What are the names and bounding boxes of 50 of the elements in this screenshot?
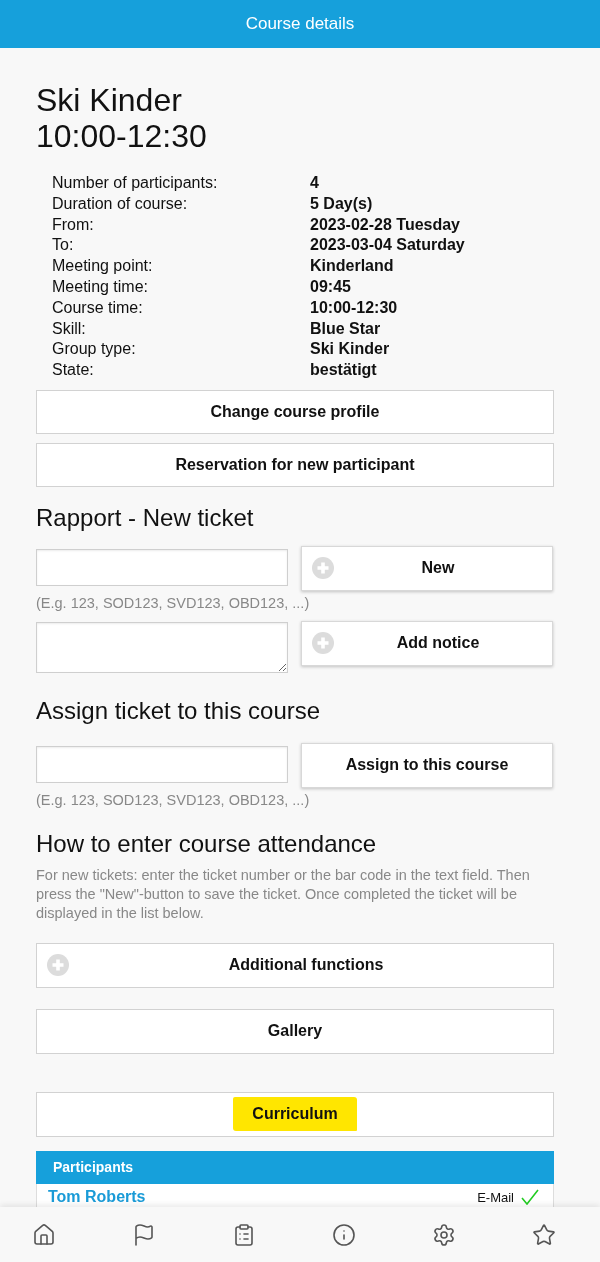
detail-label: Number of participants: <box>52 173 219 193</box>
detail-label: Meeting point: <box>52 256 154 277</box>
detail-label: Course time: <box>52 297 144 318</box>
contact-label: E-Mail <box>477 1189 514 1205</box>
detail-value: 2023-03-04 Saturday <box>310 235 466 256</box>
detail-value: Ski Kinder <box>310 339 391 360</box>
action-button[interactable]: Reservation for new participant <box>36 442 554 487</box>
detail-value: 2023-02-28 Tuesday <box>310 214 461 235</box>
add-button[interactable]: Additional functions <box>36 942 554 988</box>
section-heading: How to enter course attendance <box>36 829 378 858</box>
detail-value: Kinderland <box>310 256 395 277</box>
detail-value: Blue Star <box>310 318 382 339</box>
page-title: Course details <box>245 14 355 34</box>
action-button[interactable]: Change course profile <box>36 389 554 434</box>
course-title: Ski Kinder <box>36 82 182 118</box>
detail-value: 09:45 <box>310 277 352 297</box>
detail-value: 4 <box>310 173 320 193</box>
plus-icon <box>312 632 334 655</box>
instructions-text: For new tickets: enter the ticket number or the bar code in the text field. Then press the "New"-button to save the ticket. Once completed the ticket will be displayed in the list below. <box>36 865 531 923</box>
add-button[interactable]: New <box>301 545 553 591</box>
section-heading: Assign ticket to this course <box>36 696 322 725</box>
add-button[interactable]: Add notice <box>301 620 553 666</box>
settings-icon[interactable] <box>432 1222 456 1247</box>
detail-value: 10:00-12:30 <box>310 297 399 318</box>
detail-label: State: <box>52 360 95 381</box>
star-icon[interactable] <box>532 1222 556 1247</box>
course-time: 10:00-12:30 <box>36 118 207 154</box>
flag-icon[interactable] <box>132 1222 156 1247</box>
detail-value: bestätigt <box>310 360 378 381</box>
section-heading: Rapport - New ticket <box>36 503 255 532</box>
detail-label: From: <box>52 214 95 235</box>
action-button[interactable]: Gallery <box>36 1008 554 1054</box>
plus-icon <box>312 557 334 580</box>
detail-label: To: <box>52 235 75 256</box>
field-hint: (E.g. 123, SOD123, SVD123, OBD123, ...) <box>36 593 310 612</box>
plus-icon <box>47 954 69 977</box>
action-button[interactable]: Assign to this course <box>301 742 553 788</box>
action-button[interactable]: Curriculum <box>36 1091 554 1137</box>
detail-label: Skill: <box>52 318 87 339</box>
detail-label: Group type: <box>52 339 137 360</box>
input-field[interactable] <box>36 548 288 586</box>
participants-header: Participants <box>36 1150 554 1184</box>
field-hint: (E.g. 123, SOD123, SVD123, OBD123, ...) <box>36 790 310 809</box>
input-field[interactable] <box>36 745 288 783</box>
detail-label: Meeting time: <box>52 277 150 297</box>
clipboard-icon[interactable] <box>232 1222 256 1247</box>
info-icon[interactable] <box>332 1222 356 1247</box>
home-icon[interactable] <box>32 1222 56 1247</box>
detail-value: 5 Day(s) <box>310 193 374 214</box>
detail-label: Duration of course: <box>52 193 189 214</box>
